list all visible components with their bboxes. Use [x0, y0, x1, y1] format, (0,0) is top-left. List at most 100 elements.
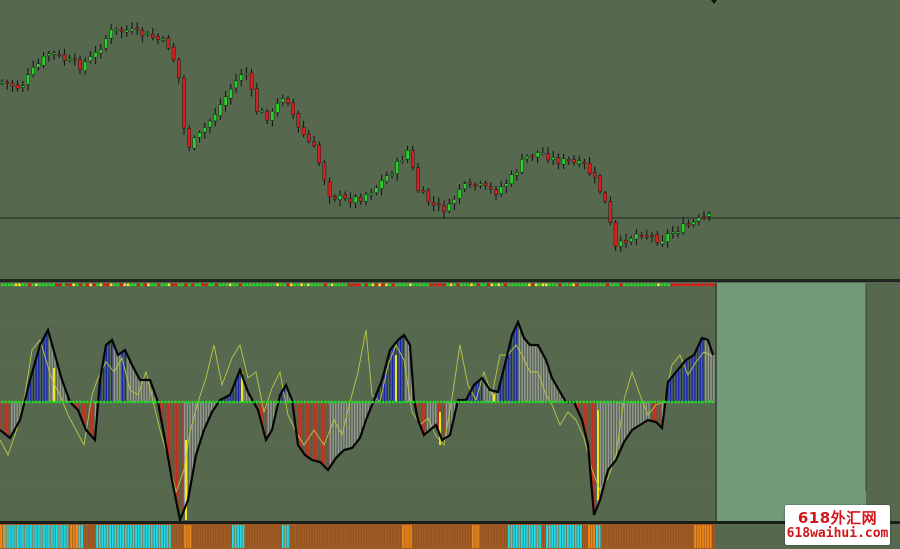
signal-dot — [215, 283, 218, 287]
signal-dot — [235, 283, 239, 287]
zero-line-dot — [664, 400, 667, 404]
zero-line-dot — [538, 400, 541, 404]
signal-dot — [426, 283, 429, 287]
bear-candle-body — [348, 198, 353, 203]
candle — [182, 74, 186, 135]
bull-candle-body — [353, 196, 358, 204]
zero-line-dot — [62, 400, 65, 404]
chart-canvas[interactable] — [0, 0, 900, 549]
zero-line-dot — [96, 400, 99, 404]
strip-bar-orange — [590, 525, 593, 548]
signal-dot — [579, 283, 582, 287]
bull-candle-body — [244, 73, 249, 76]
zero-line-dot — [677, 400, 680, 404]
zero-line-dot — [133, 400, 136, 404]
zero-line-dot — [14, 400, 17, 404]
bear-candle-body — [702, 216, 706, 219]
strip-bar-cyan — [239, 525, 242, 548]
bull-candle-body — [691, 221, 696, 225]
zero-line-dot — [422, 400, 425, 404]
signal-dot — [687, 283, 691, 287]
zero-line-dot — [500, 400, 504, 404]
signal-dot — [375, 283, 378, 287]
zero-line-dot — [616, 400, 619, 404]
signal-dot — [31, 283, 35, 287]
bull-candle-body — [634, 233, 639, 240]
bull-candle-body — [202, 127, 207, 133]
strip-bar-cyan — [242, 525, 245, 548]
signal-dot — [466, 283, 470, 287]
signal-dot — [368, 283, 371, 287]
signal-dot — [643, 283, 647, 287]
strip-bar-orange — [2, 525, 5, 548]
signal-dot — [599, 283, 602, 287]
signal-dot — [249, 283, 252, 287]
zero-line-dot — [252, 400, 255, 404]
signal-dot — [62, 283, 65, 287]
zero-line-dot — [143, 400, 147, 404]
zero-line-dot — [201, 400, 204, 404]
signal-dot — [432, 283, 436, 287]
zero-line-dot — [218, 400, 221, 404]
signal-dot — [358, 283, 361, 287]
signal-dot — [385, 283, 388, 287]
signal-dot — [65, 283, 69, 287]
zero-line-dot — [660, 400, 663, 404]
bull-candle-body — [504, 183, 509, 187]
zero-line-dot — [232, 400, 235, 404]
signal-dot — [477, 283, 480, 287]
bull-candle-body — [364, 194, 368, 202]
zero-line-dot — [307, 400, 310, 404]
zero-line-dot — [21, 400, 24, 404]
bear-candle-body — [655, 234, 659, 243]
bear-candle-body — [10, 82, 15, 87]
bull-candle-body — [374, 187, 379, 193]
signal-dot — [48, 283, 52, 287]
bear-candle-body — [249, 72, 254, 90]
zero-line-dot — [303, 400, 306, 404]
signal-dot — [177, 283, 181, 287]
zero-line-dot — [497, 400, 500, 404]
strip-bar-cyan — [81, 525, 84, 548]
signal-dot — [290, 283, 293, 287]
bull-candle-body — [676, 231, 680, 234]
bear-candle-body — [119, 28, 124, 32]
signal-dot — [205, 283, 208, 287]
strip-bar-cyan — [569, 525, 572, 548]
future-projection-area — [717, 283, 866, 521]
signal-dot — [392, 283, 395, 287]
zero-line-dot — [551, 400, 555, 404]
bull-candle-body — [21, 85, 25, 88]
zero-line-dot — [38, 400, 41, 404]
bull-candle-body — [535, 152, 540, 158]
signal-dot — [388, 283, 392, 287]
bear-candle-body — [567, 158, 571, 162]
zero-line-dot — [504, 400, 507, 404]
signal-dot — [184, 283, 188, 287]
signal-dot — [154, 283, 157, 287]
zero-line-dot — [443, 400, 446, 404]
bear-candle-body — [582, 161, 587, 164]
zero-line-dot — [55, 400, 58, 404]
zero-line-dot — [31, 400, 34, 404]
signal-dot — [670, 283, 674, 287]
strip-bar-orange — [186, 525, 189, 548]
zero-line-dot — [99, 400, 102, 404]
signal-dot — [494, 283, 497, 287]
signal-dot — [194, 283, 198, 287]
bull-candle-body — [0, 81, 4, 84]
signal-dot — [262, 283, 266, 287]
zero-line-dot — [364, 400, 368, 404]
zero-line-dot — [429, 400, 432, 404]
watermark-title: 618外汇网 — [797, 509, 878, 527]
zero-line-dot — [235, 400, 238, 404]
strip-bar-orange — [588, 525, 590, 548]
bull-candle-body — [88, 56, 93, 62]
signal-dot — [150, 283, 154, 287]
zero-line-dot — [572, 400, 575, 404]
signal-dot — [684, 283, 687, 287]
zero-line-dot — [460, 400, 463, 404]
signal-dot — [443, 283, 446, 287]
zero-line-dot — [276, 400, 279, 404]
bear-candle-body — [411, 150, 415, 168]
